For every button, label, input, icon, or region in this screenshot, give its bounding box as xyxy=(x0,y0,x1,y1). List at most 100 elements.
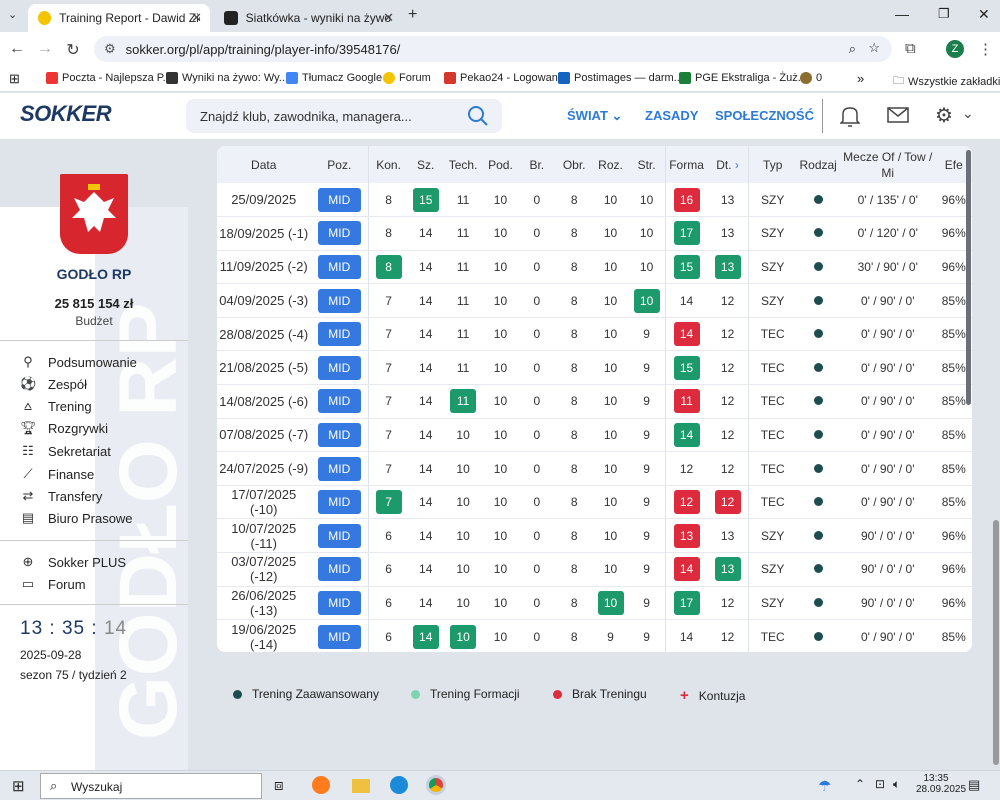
close-window-icon[interactable]: ✕ xyxy=(978,6,990,23)
page-scrollbar[interactable] xyxy=(993,520,999,765)
position-badge[interactable]: MID xyxy=(317,624,361,649)
bookmark-postimages[interactable]: Postimages — darm... xyxy=(558,72,683,84)
chevron-down-icon[interactable]: ⌄ xyxy=(962,105,974,122)
reload-icon[interactable]: ↻ xyxy=(58,40,88,60)
sidebar-item-label: Finanse xyxy=(48,466,95,482)
tray-clock[interactable]: 13:35 28.09.2025 xyxy=(916,773,966,795)
sidebar-item-podsumowanie[interactable]: ⚲ Podsumowanie xyxy=(20,354,137,370)
sidebar-item-sekretariat[interactable]: ☷ Sekretariat xyxy=(20,443,111,459)
col-str[interactable]: Str. xyxy=(628,146,666,183)
col-pod[interactable]: Pod. xyxy=(482,146,519,183)
file-explorer-icon[interactable] xyxy=(352,779,370,793)
windows-start-icon[interactable]: ⊞ xyxy=(12,777,25,795)
position-badge[interactable]: MID xyxy=(317,254,361,279)
sidebar-item-biuro-prasowe[interactable]: ▤ Biuro Prasowe xyxy=(20,510,133,526)
col-tech[interactable]: Tech. xyxy=(443,146,483,183)
volume-icon[interactable]: 🔈︎ xyxy=(893,777,900,792)
col-rodzaj[interactable]: Rodzaj xyxy=(796,146,840,183)
cell-mecze: 0' / 135' / 0' xyxy=(839,183,936,218)
table-scrollbar[interactable] xyxy=(966,150,971,405)
position-badge[interactable]: MID xyxy=(317,322,361,347)
sidebar-item-trening[interactable]: ⩟ Trening xyxy=(20,398,92,414)
bookmark-pge[interactable]: PGE Ekstraliga - Żuż... xyxy=(679,72,807,84)
chrome-icon[interactable] xyxy=(426,775,446,795)
cell-obr: 8 xyxy=(555,350,593,386)
position-badge[interactable]: MID xyxy=(317,590,361,615)
bookmark-pekao[interactable]: Pekao24 - Logowanie xyxy=(444,72,566,84)
task-view-icon[interactable]: ⧈ xyxy=(274,777,284,794)
sidebar-item-finanse[interactable]: ⟋ Finanse xyxy=(20,466,94,482)
position-badge[interactable]: MID xyxy=(317,389,361,414)
col-obr[interactable]: Obr. xyxy=(555,146,593,183)
extensions-icon[interactable]: ⧉ xyxy=(905,40,916,57)
col-poz[interactable]: Poz. xyxy=(310,146,369,183)
sidebar-item-rozgrywki[interactable]: 🏆︎ Rozgrywki xyxy=(20,420,108,436)
forward-arrow-icon[interactable]: → xyxy=(30,40,60,58)
tray-chevron-up-icon[interactable]: ⌃ xyxy=(855,777,865,791)
col-sz[interactable]: Sz. xyxy=(408,146,444,183)
all-bookmarks-folder[interactable]: 🗀 Wszystkie zakładki xyxy=(893,72,1000,91)
notifications-bell-icon[interactable] xyxy=(840,105,860,127)
bookmark-tlumacz[interactable]: Tłumacz Google xyxy=(286,72,382,84)
nav-zasady[interactable]: ZASADY xyxy=(645,108,698,123)
zoom-icon[interactable]: ⌕ xyxy=(849,41,856,57)
col-typ[interactable]: Typ xyxy=(748,146,797,183)
new-tab-icon[interactable]: + xyxy=(408,6,417,24)
nav-spolecznosc[interactable]: SPOŁECZNOŚĆ xyxy=(715,108,814,123)
bookmark-wyniki[interactable]: Wyniki na żywo: Wy... xyxy=(166,72,288,84)
sokker-logo[interactable]: SOKKER xyxy=(20,101,112,127)
col-forma[interactable]: Forma xyxy=(665,146,708,183)
col-dt[interactable]: Dt. › xyxy=(707,146,749,183)
position-badge[interactable]: MID xyxy=(317,490,361,515)
club-name[interactable]: GODŁO RP xyxy=(0,266,188,282)
position-badge[interactable]: MID xyxy=(317,422,361,447)
tab-siatkowka[interactable]: Siatkówka - wyniki na żywo, wyn ✕ xyxy=(214,4,402,32)
firefox-icon[interactable] xyxy=(312,776,330,794)
col-data[interactable]: Data xyxy=(217,146,311,183)
weather-icon[interactable]: ☂ xyxy=(818,777,831,795)
bookmark-forum[interactable]: Forum xyxy=(383,72,431,84)
chevron-right-icon[interactable]: › xyxy=(735,158,739,172)
sidebar-item-forum[interactable]: ▭ Forum xyxy=(20,576,86,592)
bookmark-zero[interactable]: 0 xyxy=(800,72,822,84)
sidebar-item-sokker-plus[interactable]: ⊕ Sokker PLUS xyxy=(20,554,127,570)
address-bar[interactable]: ⚙ sokker.org/pl/app/training/player-info… xyxy=(94,36,892,62)
tab-search-chevron-icon[interactable]: ⌄ xyxy=(8,8,17,21)
notifications-icon[interactable]: ▤ xyxy=(968,777,980,793)
maximize-window-icon[interactable]: ❐ xyxy=(938,6,950,22)
close-tab-icon[interactable]: ✕ xyxy=(383,10,394,26)
col-br[interactable]: Br. xyxy=(518,146,556,183)
sidebar-item-transfery[interactable]: ⇄ Transfery xyxy=(20,488,103,504)
bookmark-poczta[interactable]: Poczta - Najlepsza P... xyxy=(46,72,172,84)
col-mecze[interactable]: Mecze Of / Tow / Mi xyxy=(839,146,936,183)
sidebar-item-zespol[interactable]: ⚽ Zespół xyxy=(20,376,87,392)
more-bookmarks-icon[interactable]: » xyxy=(857,71,864,86)
apps-grid-icon[interactable]: ⊞ xyxy=(9,71,20,87)
position-badge[interactable]: MID xyxy=(317,221,361,246)
position-badge[interactable]: MID xyxy=(317,456,361,481)
close-tab-icon[interactable]: ✕ xyxy=(191,10,202,26)
taskbar-search-input[interactable]: ⌕ Wyszukaj xyxy=(40,773,262,799)
messages-envelope-icon[interactable] xyxy=(887,107,909,123)
minimize-window-icon[interactable]: — xyxy=(895,6,909,22)
network-icon[interactable]: ⊡ xyxy=(875,777,885,791)
settings-gear-icon[interactable]: ⚙ xyxy=(935,103,953,128)
position-badge[interactable]: MID xyxy=(317,557,361,582)
nav-swiat[interactable]: ŚWIAT ⌄ xyxy=(567,108,622,124)
search-input[interactable]: Znajdź klub, zawodnika, managera... xyxy=(186,99,502,133)
site-info-icon[interactable]: ⚙ xyxy=(104,41,116,57)
position-badge[interactable]: MID xyxy=(317,355,361,380)
tab-training-report[interactable]: Training Report - Dawid Ziemiar ✕ xyxy=(28,4,210,32)
bookmark-star-icon[interactable]: ☆ xyxy=(868,40,880,56)
position-badge[interactable]: MID xyxy=(317,187,361,212)
menu-kebab-icon[interactable]: ⋮ xyxy=(978,40,993,58)
position-badge[interactable]: MID xyxy=(317,523,361,548)
col-kon[interactable]: Kon. xyxy=(368,146,409,183)
search-icon[interactable] xyxy=(466,104,490,128)
col-roz[interactable]: Roz. xyxy=(592,146,629,183)
profile-avatar[interactable]: Z xyxy=(946,40,964,58)
edge-icon[interactable] xyxy=(390,776,408,794)
position-badge[interactable]: MID xyxy=(317,288,361,313)
back-arrow-icon[interactable]: ← xyxy=(2,40,32,58)
roz-value: 10 xyxy=(603,528,618,543)
